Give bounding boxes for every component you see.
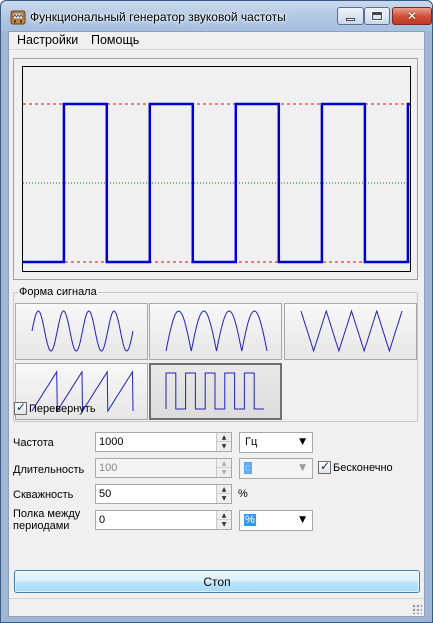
triangle-wave-icon <box>300 309 403 353</box>
gap-label-line1: Полка между <box>13 508 81 520</box>
frequency-value: 1000 <box>99 436 124 448</box>
window-title: Функциональный генератор звуковой частот… <box>30 10 286 24</box>
duration-spin-buttons: ▲ ▼ <box>216 459 231 477</box>
frequency-unit-value: Гц <box>245 436 258 448</box>
minimize-button[interactable] <box>337 7 364 25</box>
gap-value: 0 <box>99 514 106 526</box>
resize-grip-icon[interactable] <box>412 604 422 614</box>
oscilloscope-plot <box>23 102 410 264</box>
menu-settings[interactable]: Настройки <box>15 33 80 47</box>
gap-spin-buttons: ▲ ▼ <box>216 511 231 529</box>
frequency-unit-select[interactable]: Гц ▼ <box>239 432 313 453</box>
square-wave-button[interactable] <box>149 363 282 420</box>
maximize-icon <box>371 11 383 21</box>
duration-value: 100 <box>99 462 118 474</box>
close-icon: ✕ <box>406 9 418 23</box>
stop-button[interactable]: Стоп <box>14 570 420 593</box>
oscilloscope-display <box>22 66 411 272</box>
signal-trace <box>23 102 410 264</box>
square-wave-icon <box>165 372 264 410</box>
gap-up-arrow-icon[interactable]: ▲ <box>217 511 231 520</box>
gap-spinbox[interactable]: 0 ▲ ▼ <box>95 510 232 530</box>
duration-up-arrow-icon[interactable]: ▲ <box>217 459 231 468</box>
invert-label: Перевернуть <box>29 403 96 415</box>
checkmark-icon: ✓ <box>320 459 331 473</box>
infinite-label: Бесконечно <box>333 462 393 474</box>
frequency-label: Частота <box>13 437 54 449</box>
gap-down-arrow-icon[interactable]: ▼ <box>217 520 231 529</box>
maximize-button[interactable] <box>364 7 390 25</box>
duty-spin-buttons: ▲ ▼ <box>216 485 231 503</box>
app-window: Функциональный генератор звуковой частот… <box>0 0 433 623</box>
chevron-down-icon: ▼ <box>299 515 306 525</box>
duration-down-arrow-icon[interactable]: ▼ <box>217 468 231 477</box>
rectified-sine-wave-icon <box>165 310 268 352</box>
gap-label-line2: периодами <box>13 520 70 532</box>
triangle-wave-button[interactable] <box>284 303 417 360</box>
duty-up-arrow-icon[interactable]: ▲ <box>217 485 231 494</box>
close-button[interactable]: ✕ <box>392 7 432 25</box>
duty-value: 50 <box>99 488 112 500</box>
minimize-icon <box>346 17 355 21</box>
duration-label: Длительность <box>13 464 85 476</box>
oscilloscope-panel <box>13 58 418 280</box>
invert-checkbox[interactable]: ✓ <box>14 400 27 415</box>
menu-help[interactable]: Помощь <box>89 33 141 47</box>
gap-unit-value: % <box>244 514 256 526</box>
duty-down-arrow-icon[interactable]: ▼ <box>217 494 231 503</box>
app-icon <box>10 10 26 25</box>
infinite-checkbox[interactable]: ✓ <box>318 459 331 474</box>
stop-button-label: Стоп <box>203 574 231 589</box>
chevron-down-icon: ▼ <box>299 463 306 473</box>
title-bar[interactable]: Функциональный генератор звуковой частот… <box>1 1 432 31</box>
duty-spinbox[interactable]: 50 ▲ ▼ <box>95 484 232 504</box>
duration-spinbox[interactable]: 100 ▲ ▼ <box>95 458 232 478</box>
waveform-group-title: Форма сигнала <box>18 286 98 298</box>
status-bar <box>9 598 424 616</box>
frequency-spin-buttons: ▲ ▼ <box>216 433 231 451</box>
rectified-sine-wave-button[interactable] <box>149 303 282 360</box>
duration-unit-value: с <box>244 462 252 474</box>
sine-wave-button[interactable] <box>15 303 148 360</box>
frequency-down-arrow-icon[interactable]: ▼ <box>217 442 231 451</box>
client-area: Настройки Помощь Форма сигнала ✓ Перевер… <box>8 31 425 617</box>
gap-unit-select[interactable]: % ▼ <box>239 510 313 531</box>
checkmark-icon: ✓ <box>16 400 27 414</box>
duty-unit-label: % <box>238 488 248 500</box>
chevron-down-icon: ▼ <box>299 437 306 447</box>
duration-unit-select[interactable]: с ▼ <box>239 458 313 479</box>
frequency-up-arrow-icon[interactable]: ▲ <box>217 433 231 442</box>
menu-bar: Настройки Помощь <box>9 32 424 50</box>
duty-label: Скважность <box>13 489 74 501</box>
sine-wave-icon <box>31 310 134 352</box>
frequency-spinbox[interactable]: 1000 ▲ ▼ <box>95 432 232 452</box>
